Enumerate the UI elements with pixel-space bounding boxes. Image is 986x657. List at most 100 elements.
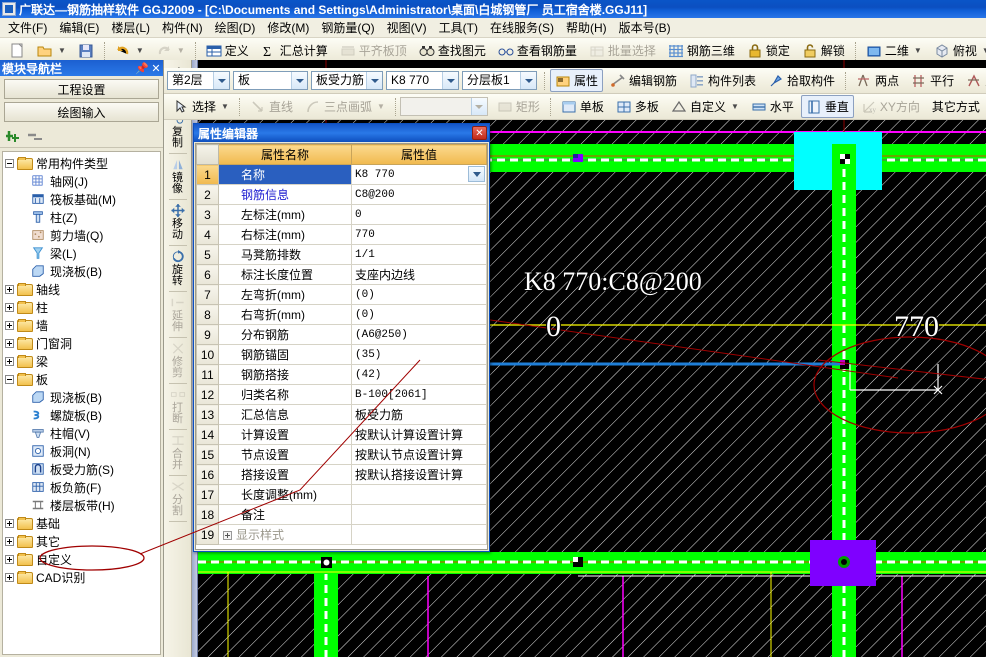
tree-item-19[interactable]: 板负筋(F)	[5, 478, 160, 496]
property-row[interactable]: 4 右标注(mm) 770	[196, 224, 487, 245]
tree-item-22[interactable]: 其它	[5, 532, 160, 550]
menu-item-7[interactable]: 钢筋量(Q)	[315, 17, 380, 38]
property-row[interactable]: 12 归类名称 B-100[2061]	[196, 384, 487, 405]
tree-item-13[interactable]: 板	[5, 370, 160, 388]
expand-all-icon[interactable]	[6, 130, 24, 144]
chevron-down-icon[interactable]	[442, 72, 458, 89]
property-row[interactable]: 15 节点设置 按默认节点设置计算	[196, 444, 487, 465]
element-select[interactable]: K8 770	[386, 71, 459, 90]
two-point-button[interactable]: 两点	[851, 69, 904, 92]
chevron-down-icon[interactable]: ▼	[982, 46, 986, 55]
property-value-cell[interactable]	[351, 484, 487, 505]
tree-item-9[interactable]: 柱	[5, 298, 160, 316]
collapse-icon[interactable]	[5, 158, 14, 168]
tree-item-17[interactable]: 板洞(N)	[5, 442, 160, 460]
expand-icon[interactable]	[223, 531, 232, 540]
chevron-down-icon[interactable]: ▼	[731, 102, 739, 111]
tree-item-14[interactable]: 现浇板(B)	[5, 388, 160, 406]
view-rebar-qty-button[interactable]: 查看钢筋量	[493, 39, 582, 62]
new-file-button[interactable]	[4, 40, 30, 62]
menu-item-6[interactable]: 修改(M)	[261, 17, 315, 38]
tree-item-5[interactable]: 剪力墙(Q)	[5, 226, 160, 244]
expand-icon[interactable]	[5, 302, 14, 312]
dialog-close-button[interactable]: ✕	[472, 126, 487, 140]
property-value-cell[interactable]: 支座内边线	[351, 264, 487, 285]
property-row[interactable]: 16 搭接设置 按默认搭接设置计算	[196, 464, 487, 485]
move-button[interactable]: 移动	[165, 202, 191, 242]
component-type-select[interactable]: 板	[233, 71, 308, 90]
point-angle-button[interactable]: 点角▼	[961, 69, 986, 92]
property-value-cell[interactable]: 1/1	[351, 244, 487, 265]
drawing-input-button[interactable]: 绘图输入	[4, 102, 159, 122]
define-button[interactable]: 定义	[201, 39, 254, 62]
collapse-all-icon[interactable]	[28, 130, 46, 144]
tree-item-10[interactable]: 墙	[5, 316, 160, 334]
tree-item-15[interactable]: 螺旋板(B)	[5, 406, 160, 424]
floor-select[interactable]: 第2层	[167, 71, 230, 90]
expand-icon[interactable]	[5, 536, 14, 546]
expand-icon[interactable]	[5, 356, 14, 366]
view-2d-button[interactable]: 二维 ▼	[861, 39, 927, 62]
expand-icon[interactable]	[5, 518, 14, 528]
property-value-cell[interactable]: (42)	[351, 364, 487, 385]
close-icon[interactable]: ✕	[149, 62, 163, 75]
menu-item-9[interactable]: 工具(T)	[433, 17, 484, 38]
property-value-cell[interactable]: 板受力筋	[351, 404, 487, 425]
menu-item-11[interactable]: 帮助(H)	[560, 17, 613, 38]
chevron-down-icon[interactable]: ▼	[136, 46, 144, 55]
parallel-button[interactable]: 平行	[906, 69, 959, 92]
property-row[interactable]: 1 名称 K8 770	[196, 164, 487, 185]
property-row[interactable]: 18 备注	[196, 504, 487, 525]
property-row[interactable]: 9 分布钢筋 (A6@250)	[196, 324, 487, 345]
expand-icon[interactable]	[5, 338, 14, 348]
top-view-button[interactable]: 俯视 ▼	[929, 39, 986, 62]
chevron-down-icon[interactable]: ▼	[377, 102, 385, 111]
select-tool-button[interactable]: 选择 ▼	[168, 95, 234, 118]
arc-mode-select[interactable]	[399, 97, 488, 116]
expand-icon[interactable]	[5, 554, 14, 564]
pin-icon[interactable]: 📌	[135, 62, 149, 75]
property-row[interactable]: 19 显示样式	[196, 524, 487, 545]
menu-item-8[interactable]: 视图(V)	[381, 17, 433, 38]
component-list-button[interactable]: 构件列表	[684, 69, 761, 92]
chevron-down-icon[interactable]: ▼	[177, 46, 185, 55]
component-tree[interactable]: 常用构件类型 轴网(J) 筏板基础(M) 柱(Z) 剪力墙(Q) 梁(L) 现浇板(B) 轴线…	[2, 151, 161, 655]
property-value-cell[interactable]: (A6@250)	[351, 324, 487, 345]
property-row[interactable]: 10 钢筋锚固 (35)	[196, 344, 487, 365]
tree-item-7[interactable]: 现浇板(B)	[5, 262, 160, 280]
menu-item-1[interactable]: 文件(F)	[2, 17, 53, 38]
property-row[interactable]: 3 左标注(mm) 0	[196, 204, 487, 225]
lock-button[interactable]: 锁定	[742, 39, 795, 62]
property-row[interactable]: 17 长度调整(mm)	[196, 484, 487, 505]
property-value-cell[interactable]: (0)	[351, 284, 487, 305]
vertical-button[interactable]: 垂直	[800, 95, 854, 118]
property-button[interactable]: 属性	[550, 69, 604, 92]
property-editor-dialog[interactable]: 属性编辑器 ✕ 属性名称 属性值 1 名称 K8 770 2 钢筋信息 C8@200 3 左标…	[193, 123, 490, 552]
property-row[interactable]: 13 汇总信息 板受力筋	[196, 404, 487, 425]
property-row[interactable]: 7 左弯折(mm) (0)	[196, 284, 487, 305]
single-slab-button[interactable]: 单板	[556, 95, 609, 118]
tree-item-8[interactable]: 轴线	[5, 280, 160, 298]
layer-select[interactable]: 分层板1	[462, 71, 537, 90]
property-row[interactable]: 8 右弯折(mm) (0)	[196, 304, 487, 325]
property-value-cell[interactable]: 770	[351, 224, 487, 245]
property-value-cell[interactable]: C8@200	[351, 184, 487, 205]
property-value-cell[interactable]: 按默认计算设置计算	[351, 424, 487, 445]
property-row[interactable]: 5 马凳筋排数 1/1	[196, 244, 487, 265]
property-row[interactable]: 11 钢筋搭接 (42)	[196, 364, 487, 385]
chevron-down-icon[interactable]: ▼	[914, 46, 922, 55]
tree-item-24[interactable]: CAD识别	[5, 568, 160, 586]
property-value-cell[interactable]: 按默认搭接设置计算	[351, 464, 487, 485]
rebar-3d-button[interactable]: 钢筋三维	[663, 39, 740, 62]
tree-item-18[interactable]: 板受力筋(S)	[5, 460, 160, 478]
menu-item-12[interactable]: 版本号(B)	[613, 17, 677, 38]
save-button[interactable]	[73, 40, 99, 62]
tree-item-2[interactable]: 轴网(J)	[5, 172, 160, 190]
chevron-down-icon[interactable]	[213, 72, 229, 89]
tree-item-12[interactable]: 梁	[5, 352, 160, 370]
property-value-cell[interactable]	[351, 524, 487, 545]
tree-item-1[interactable]: 常用构件类型	[5, 154, 160, 172]
custom-button[interactable]: 自定义 ▼	[666, 95, 744, 118]
property-value-cell[interactable]: (35)	[351, 344, 487, 365]
property-value-cell[interactable]: K8 770	[351, 164, 487, 185]
